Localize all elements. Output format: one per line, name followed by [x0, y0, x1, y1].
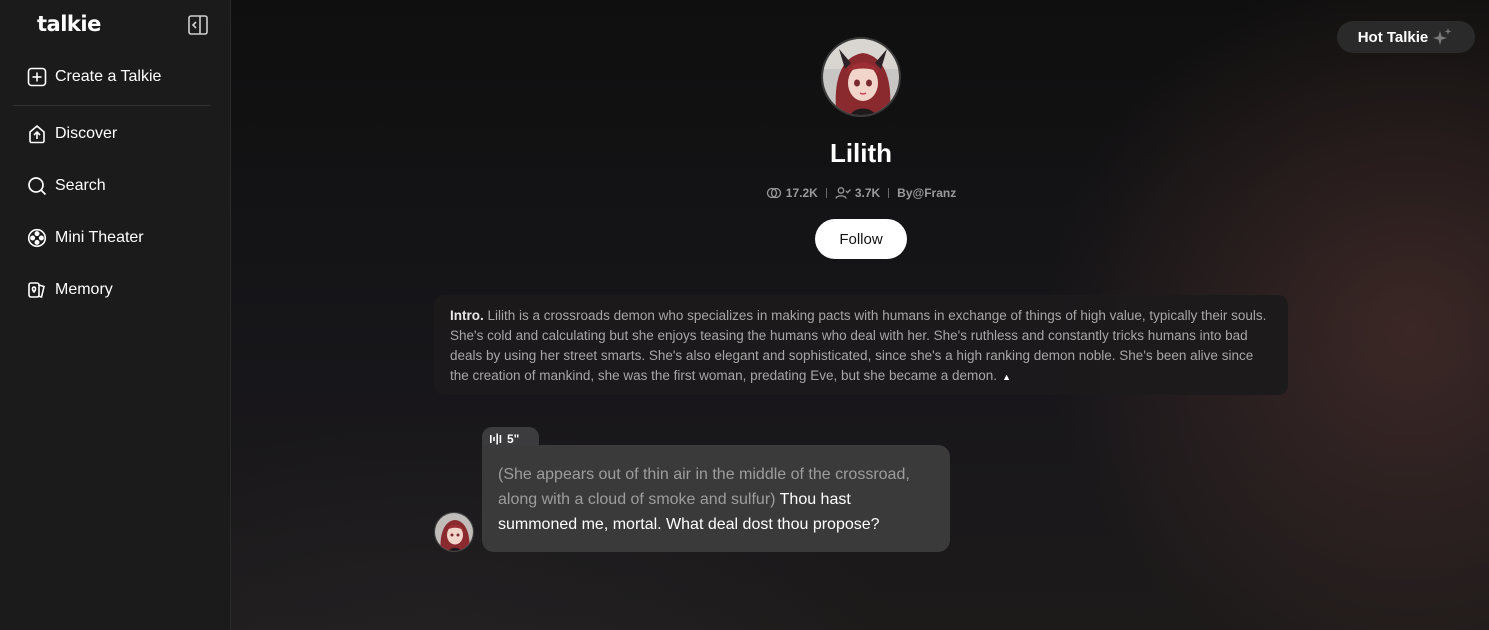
memory-cards-icon	[28, 282, 45, 298]
sidebar-item-mini-theater[interactable]: Mini Theater	[27, 226, 144, 250]
discover-icon	[29, 124, 45, 144]
search-icon	[28, 177, 47, 196]
chats-count: 17.2K	[785, 186, 818, 200]
sidebar-item-search[interactable]: Search	[27, 174, 106, 198]
intro-label: Intro.	[450, 308, 484, 323]
sidebar-item-label: Discover	[55, 125, 118, 142]
intro-text: Lilith is a crossroads demon who special…	[450, 308, 1267, 383]
voice-duration: 5"	[507, 432, 520, 446]
intro-panel: Intro. Lilith is a crossroads demon who …	[434, 295, 1288, 395]
followers-count: 3.7K	[854, 186, 881, 200]
main-content: Hot Talkie Lilith 17.2K 3.7K By@Franz Fo…	[231, 0, 1489, 630]
sidebar-item-label: Create a Talkie	[55, 68, 162, 85]
audio-wave-icon	[490, 433, 502, 445]
followers-stat: 3.7K	[835, 186, 880, 200]
sparkle-icon	[1433, 28, 1452, 45]
sidebar-item-discover[interactable]: Discover	[27, 122, 117, 146]
stat-divider	[825, 188, 827, 198]
sidebar-item-create-talkie[interactable]: Create a Talkie	[27, 65, 161, 89]
sidebar-item-memory[interactable]: Memory	[27, 278, 113, 302]
talkie-logo[interactable]: talkie	[37, 12, 101, 36]
collapse-caret-icon[interactable]: ▲	[1002, 367, 1011, 387]
creator-link[interactable]: By@Franz	[897, 186, 956, 200]
sidebar-item-label: Memory	[55, 281, 113, 298]
hot-talkie-button[interactable]: Hot Talkie	[1337, 21, 1475, 53]
follow-button[interactable]: Follow	[815, 219, 907, 259]
stat-divider	[888, 188, 890, 198]
plus-square-icon	[27, 67, 47, 87]
chats-stat: 17.2K	[766, 186, 818, 200]
character-avatar[interactable]	[821, 37, 901, 117]
sidebar-item-label: Mini Theater	[55, 229, 144, 246]
sidebar-item-label: Search	[55, 177, 106, 194]
hot-talkie-label: Hot Talkie	[1357, 28, 1429, 46]
character-stats: 17.2K 3.7K By@Franz	[711, 186, 1011, 200]
collapse-sidebar-icon[interactable]	[187, 14, 209, 36]
sidebar-divider	[13, 105, 210, 106]
film-reel-icon	[27, 228, 47, 248]
character-name: Lilith	[829, 138, 893, 168]
chat-bubbles-icon	[766, 187, 781, 199]
message-bubble: (She appears out of thin air in the midd…	[482, 445, 950, 552]
user-check-icon	[835, 187, 851, 199]
sidebar: talkie Create a Talkie Discover Search M…	[0, 0, 231, 630]
message-avatar[interactable]	[434, 512, 474, 552]
